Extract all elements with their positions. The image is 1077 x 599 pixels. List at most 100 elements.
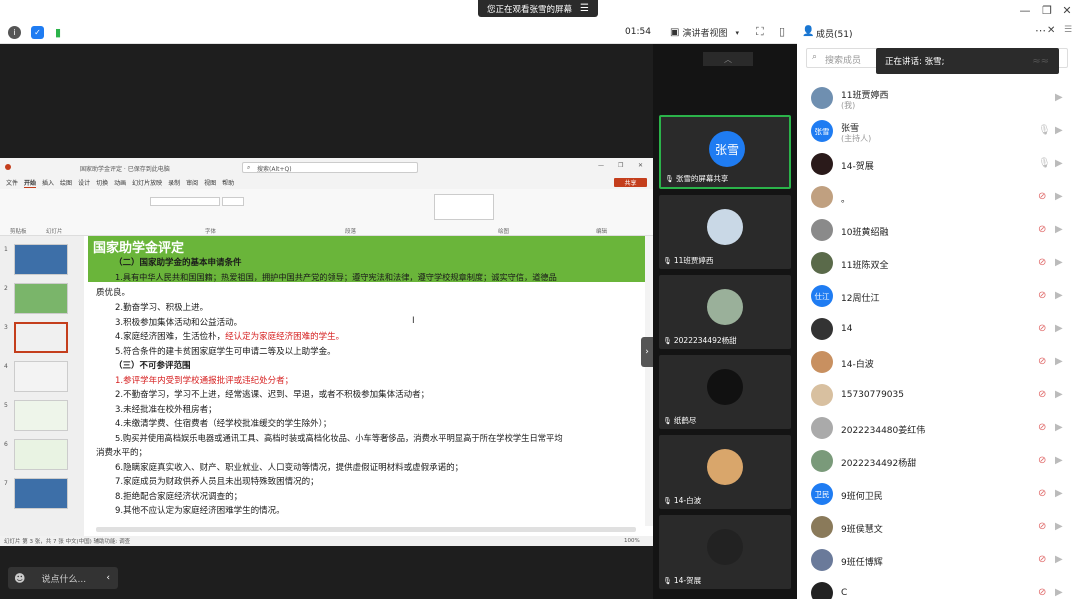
mic-icon[interactable]: ⊘ [1038,356,1046,367]
panel-close-icon[interactable]: ✕ [1047,25,1055,36]
camera-icon[interactable]: ▶ [1055,488,1063,499]
camera-icon[interactable]: ▶ [1055,389,1063,400]
close-icon[interactable]: ✕ [1056,2,1077,18]
ribbon-tab[interactable]: 插入 [42,178,54,187]
more-icon[interactable]: ⋯ [1035,24,1046,37]
member-row[interactable]: 9班侯慧文 ⊘ ▶ [797,511,1077,544]
slide-thumbnail[interactable] [14,439,68,470]
slide-thumbnail[interactable] [14,400,68,431]
member-row[interactable]: 11班陈双全 ⊘ ▶ [797,247,1077,280]
camera-icon[interactable]: ▶ [1055,92,1063,103]
chevron-left-icon[interactable]: ‹ [106,573,110,583]
mic-icon[interactable]: ⊘ [1038,455,1046,466]
member-row[interactable]: C ⊘ ▶ [797,577,1077,599]
fullscreen-icon[interactable]: ⛶ [756,25,764,39]
camera-icon[interactable]: ▶ [1055,587,1063,598]
font-select[interactable] [150,197,220,206]
camera-icon[interactable]: ▶ [1055,290,1063,301]
ribbon-tab[interactable]: 文件 [6,178,18,187]
ribbon-tab[interactable]: 动画 [114,178,126,187]
slide-thumbnail[interactable] [14,322,68,353]
member-row[interactable]: 2022234492杨甜 ⊘ ▶ [797,445,1077,478]
ribbon-tab[interactable]: 帮助 [222,178,234,187]
ppt-search[interactable]: ⌕ 搜索(Alt+Q) [242,162,418,173]
member-row[interactable]: 仕江 12周仕江 ⊘ ▶ [797,280,1077,313]
mic-icon[interactable]: ⊘ [1038,521,1046,532]
collapse-gallery-icon[interactable]: › [641,337,653,367]
ppt-restore-icon[interactable]: ❐ [618,162,623,169]
emoji-icon[interactable]: ☻ [14,572,25,585]
camera-icon[interactable]: ▶ [1055,455,1063,466]
video-tile[interactable]: 🎙 纸鹤尽 [659,355,791,429]
camera-icon[interactable]: ▶ [1055,125,1063,136]
camera-icon[interactable]: ▶ [1055,158,1063,169]
ppt-close-icon[interactable]: ✕ [638,162,643,169]
mic-icon[interactable]: ⊘ [1038,224,1046,235]
ribbon-tab[interactable]: 设计 [78,178,90,187]
camera-icon[interactable]: ▶ [1055,257,1063,268]
video-tile[interactable]: 🎙 2022234492杨甜 [659,275,791,349]
mic-icon[interactable]: ⊘ [1038,488,1046,499]
ribbon-tab[interactable]: 开始 [24,178,37,188]
sidebar-toggle-icon[interactable]: ▯ [779,25,785,38]
video-tile[interactable]: 🎙 14-贺展 [659,515,791,589]
mic-icon[interactable]: ⊘ [1038,389,1046,400]
video-tile[interactable]: 张雪 🎙 张雪的屏幕共享 [659,115,791,189]
ribbon-tab[interactable]: 绘图 [60,178,72,187]
ppt-share-button[interactable]: 共享 [614,178,647,187]
ppt-horizontal-scrollbar[interactable] [96,527,636,532]
minimize-icon[interactable]: — [1014,2,1036,18]
member-row[interactable]: 卫民 9班何卫民 ⊘ ▶ [797,478,1077,511]
ribbon-tab[interactable]: 录制 [168,178,180,187]
slide-thumbnail[interactable] [14,244,68,275]
camera-icon[interactable]: ▶ [1055,356,1063,367]
ppt-vertical-scrollbar[interactable] [645,236,653,526]
member-row[interactable]: 14-白波 ⊘ ▶ [797,346,1077,379]
slide-thumbnail[interactable] [14,361,68,392]
video-tile[interactable]: 🎙 11班贾婷西 [659,195,791,269]
mic-icon[interactable]: 🎙 [1038,158,1051,169]
member-row[interactable]: 14 ⊘ ▶ [797,313,1077,346]
ribbon-tab[interactable]: 切换 [96,178,108,187]
camera-icon[interactable]: ▶ [1055,323,1063,334]
camera-icon[interactable]: ▶ [1055,224,1063,235]
ribbon-tab[interactable]: 视图 [204,178,216,187]
member-row[interactable]: 10班黄绍融 ⊘ ▶ [797,214,1077,247]
shapes-gallery[interactable] [434,194,494,220]
member-row[interactable]: 2022234480姜红伟 ⊘ ▶ [797,412,1077,445]
camera-icon[interactable]: ▶ [1055,422,1063,433]
member-name: 11班陈双全 [841,261,889,271]
ppt-zoom[interactable]: 100% [624,538,640,544]
mic-icon[interactable]: 🎙 [1038,125,1051,136]
ppt-minimize-icon[interactable]: — [598,162,604,169]
mic-icon[interactable]: ⊘ [1038,323,1046,334]
slide-thumbnail[interactable] [14,283,68,314]
mic-icon[interactable]: ⊘ [1038,191,1046,202]
video-tile[interactable]: 🎙 14-白波 [659,435,791,509]
shield-icon[interactable]: ✓ [31,26,44,39]
mic-icon[interactable]: ⊘ [1038,257,1046,268]
mic-icon[interactable]: ⊘ [1038,554,1046,565]
mic-icon[interactable]: ⊘ [1038,422,1046,433]
chat-input[interactable]: ☻ 说点什么... ‹ [8,567,118,589]
camera-icon[interactable]: ▶ [1055,191,1063,202]
mic-icon[interactable]: ⊘ [1038,290,1046,301]
member-row[interactable]: 15730779035 ⊘ ▶ [797,379,1077,412]
font-size-select[interactable] [222,197,244,206]
restore-icon[interactable]: ❐ [1036,2,1058,18]
member-row[interactable]: 9班任博辉 ⊘ ▶ [797,544,1077,577]
view-switch[interactable]: ▣ 演讲者视图 ▾ [670,26,739,39]
panel-menu-icon[interactable]: ☰ [1064,25,1072,35]
member-row[interactable]: 。 ⊘ ▶ [797,181,1077,214]
member-row[interactable]: 11班贾婷西 (我) ▶ [797,82,1077,115]
slide-thumbnail[interactable] [14,478,68,509]
member-row[interactable]: 14-贺展 🎙 ▶ [797,148,1077,181]
ribbon-tab[interactable]: 审阅 [186,178,198,187]
mic-icon[interactable]: ⊘ [1038,587,1046,598]
member-row[interactable]: 张雪 张雪 (主持人) 🎙 ▶ [797,115,1077,148]
ribbon-tab[interactable]: 幻灯片放映 [132,178,162,187]
camera-icon[interactable]: ▶ [1055,521,1063,532]
info-icon[interactable]: i [8,26,21,39]
menu-icon[interactable]: ☰ [580,3,589,14]
camera-icon[interactable]: ▶ [1055,554,1063,565]
